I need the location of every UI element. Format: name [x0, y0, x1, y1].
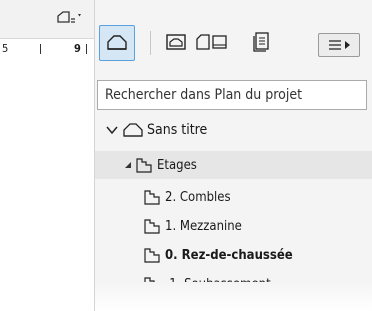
story-icon [144, 219, 160, 234]
tree-item-label: 1. Mezzanine [165, 218, 242, 234]
tree-item-story[interactable]: 1. Mezzanine [143, 212, 242, 240]
navigator-toolbar [95, 21, 372, 65]
scroll-fade [95, 282, 372, 311]
story-icon [144, 248, 160, 263]
tree-item-label: 0. Rez-de-chaussée [165, 247, 293, 263]
tree-item-story[interactable]: 2. Combles [143, 183, 231, 211]
project-map-button[interactable] [99, 25, 135, 61]
tree-item-label: Etages [157, 157, 197, 173]
tree-item-stories-group[interactable]: Etages [95, 151, 372, 179]
ruler-bar [0, 0, 94, 39]
tree-item-label: Sans titre [147, 122, 208, 138]
project-root-icon [123, 123, 143, 137]
layout-book-button[interactable] [195, 25, 229, 59]
view-map-icon [166, 34, 186, 50]
triangle-expanded-icon[interactable] [121, 158, 135, 172]
tree-item-project-root[interactable]: Sans titre [105, 116, 207, 144]
ruler-tick [86, 44, 87, 54]
story-levels-icon[interactable] [55, 8, 83, 28]
toolbar-separator [150, 31, 151, 55]
chevron-down-icon[interactable] [105, 123, 119, 137]
view-map-button[interactable] [159, 25, 193, 59]
ruler-number-right: 9 [74, 42, 81, 55]
publisher-sets-button[interactable] [245, 25, 279, 59]
ruler-tick [40, 44, 41, 54]
tree-item-story-current[interactable]: 0. Rez-de-chaussée [143, 241, 293, 269]
story-icon [144, 190, 160, 205]
stories-folder-icon [136, 158, 152, 173]
ruler: 5 9 [0, 40, 94, 70]
layout-book-icon [196, 34, 227, 50]
navigator-panel: Sans titre Etages 2. Combles 1. Mezzanin… [94, 0, 372, 311]
ruler-number-left: 5 [2, 42, 9, 55]
publisher-sets-icon [253, 32, 269, 52]
tree-item-label: 2. Combles [165, 189, 231, 205]
options-menu-button[interactable] [318, 33, 360, 57]
options-menu-icon [329, 40, 350, 50]
project-map-icon [107, 35, 127, 50]
project-map-search-input[interactable] [97, 80, 367, 110]
